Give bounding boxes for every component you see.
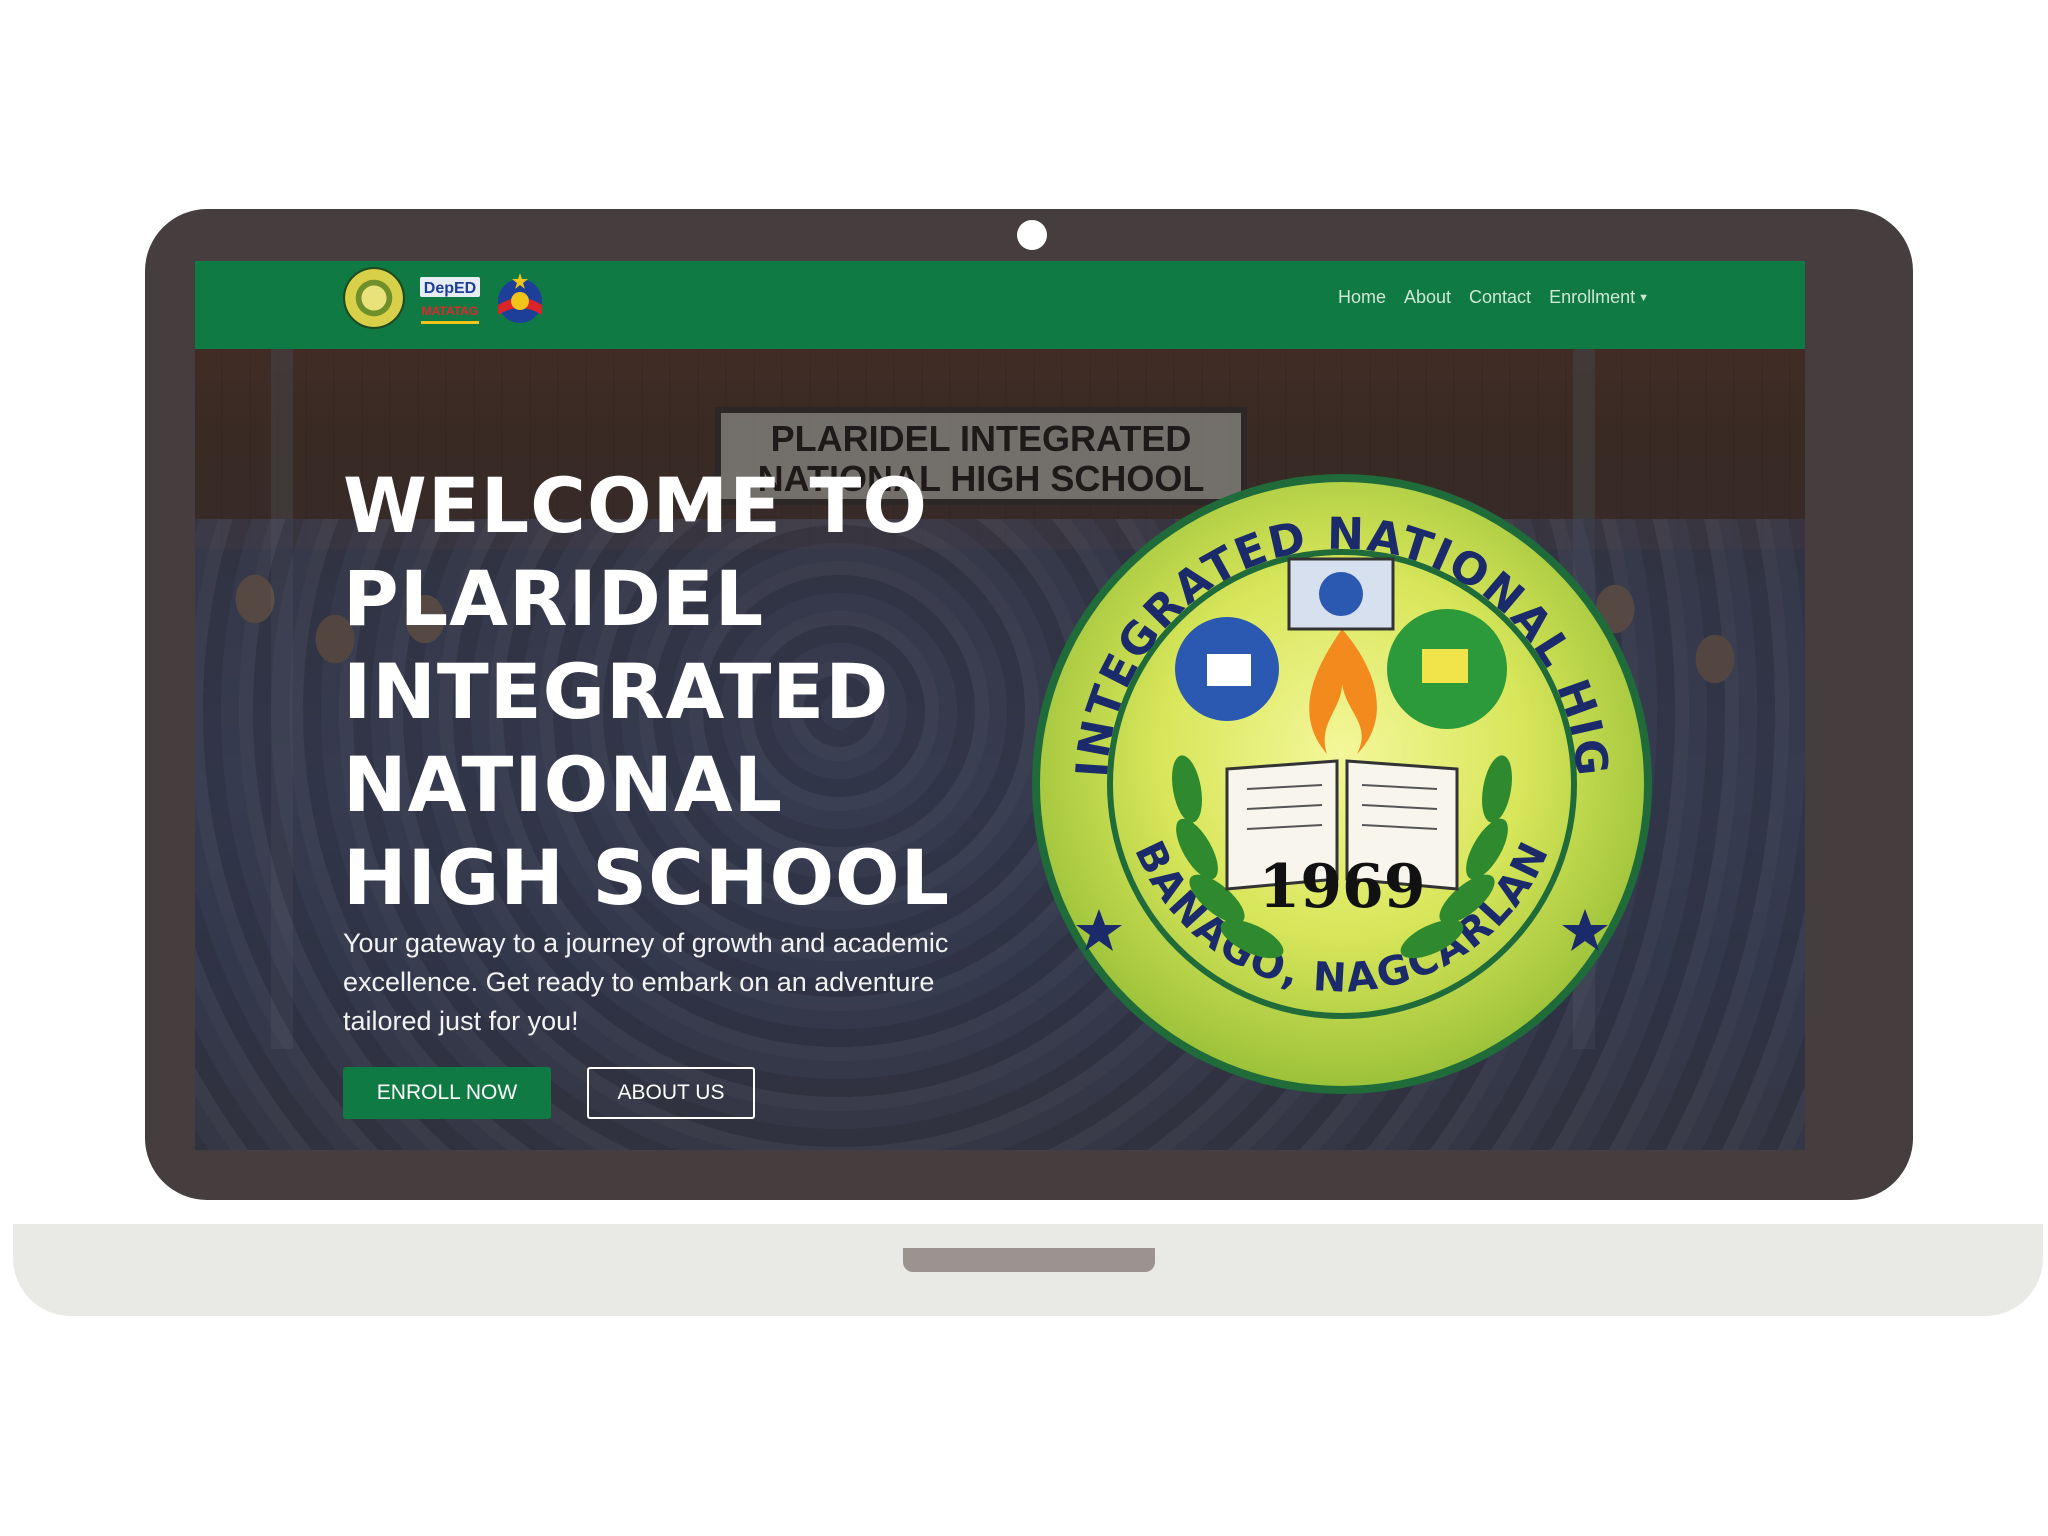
webcam: [1017, 220, 1047, 250]
navbar: DepED MATATAG Home About Contact Enrollm…: [195, 261, 1805, 349]
enroll-now-button[interactable]: ENROLL NOW: [343, 1067, 551, 1119]
matatag-text: MATATAG: [422, 304, 478, 318]
computer-screen-icon: [1207, 654, 1251, 686]
nav-enrollment-dropdown[interactable]: Enrollment ▼: [1549, 287, 1649, 308]
hero-title-line: NATIONAL: [343, 740, 784, 829]
hero-title-line: PLARIDEL: [343, 554, 765, 643]
hero-title-line: INTEGRATED: [343, 647, 890, 736]
school-seal-logo[interactable]: [343, 267, 405, 329]
screen: DepED MATATAG Home About Contact Enrollm…: [195, 261, 1805, 1150]
nav-about-link[interactable]: About: [1404, 287, 1451, 308]
nav-home-link[interactable]: Home: [1338, 287, 1386, 308]
bagong-pilipinas-logo[interactable]: [491, 271, 549, 329]
hero-title-line: WELCOME TO: [343, 461, 929, 550]
nav-enrollment-label: Enrollment: [1549, 287, 1636, 307]
deped-text: DepED: [424, 280, 476, 297]
hero-section: PLARIDEL INTEGRATED NATIONAL HIGH SCHOOL…: [195, 349, 1805, 1150]
caret-down-icon: ▼: [1638, 292, 1649, 304]
deped-matatag-logo[interactable]: DepED MATATAG: [419, 269, 481, 329]
laptop-mockup: DepED MATATAG Home About Contact Enrollm…: [0, 0, 2048, 1536]
school-seal: PLARIDEL INTEGRATED NATIONAL HIGH SCHOOL…: [1027, 469, 1652, 1094]
about-us-button[interactable]: ABOUT US: [587, 1067, 755, 1119]
hero-title: WELCOME TO PLARIDEL INTEGRATED NATIONAL …: [343, 459, 983, 924]
hero-title-line: HIGH SCHOOL: [343, 833, 951, 922]
seal-year: 1969: [1259, 852, 1426, 922]
nav-menu: Home About Contact Enrollment ▼: [1338, 287, 1649, 308]
nav-contact-link[interactable]: Contact: [1469, 287, 1531, 308]
hero-subtitle: Your gateway to a journey of growth and …: [343, 928, 949, 1036]
laptop-base-notch: [903, 1248, 1155, 1272]
